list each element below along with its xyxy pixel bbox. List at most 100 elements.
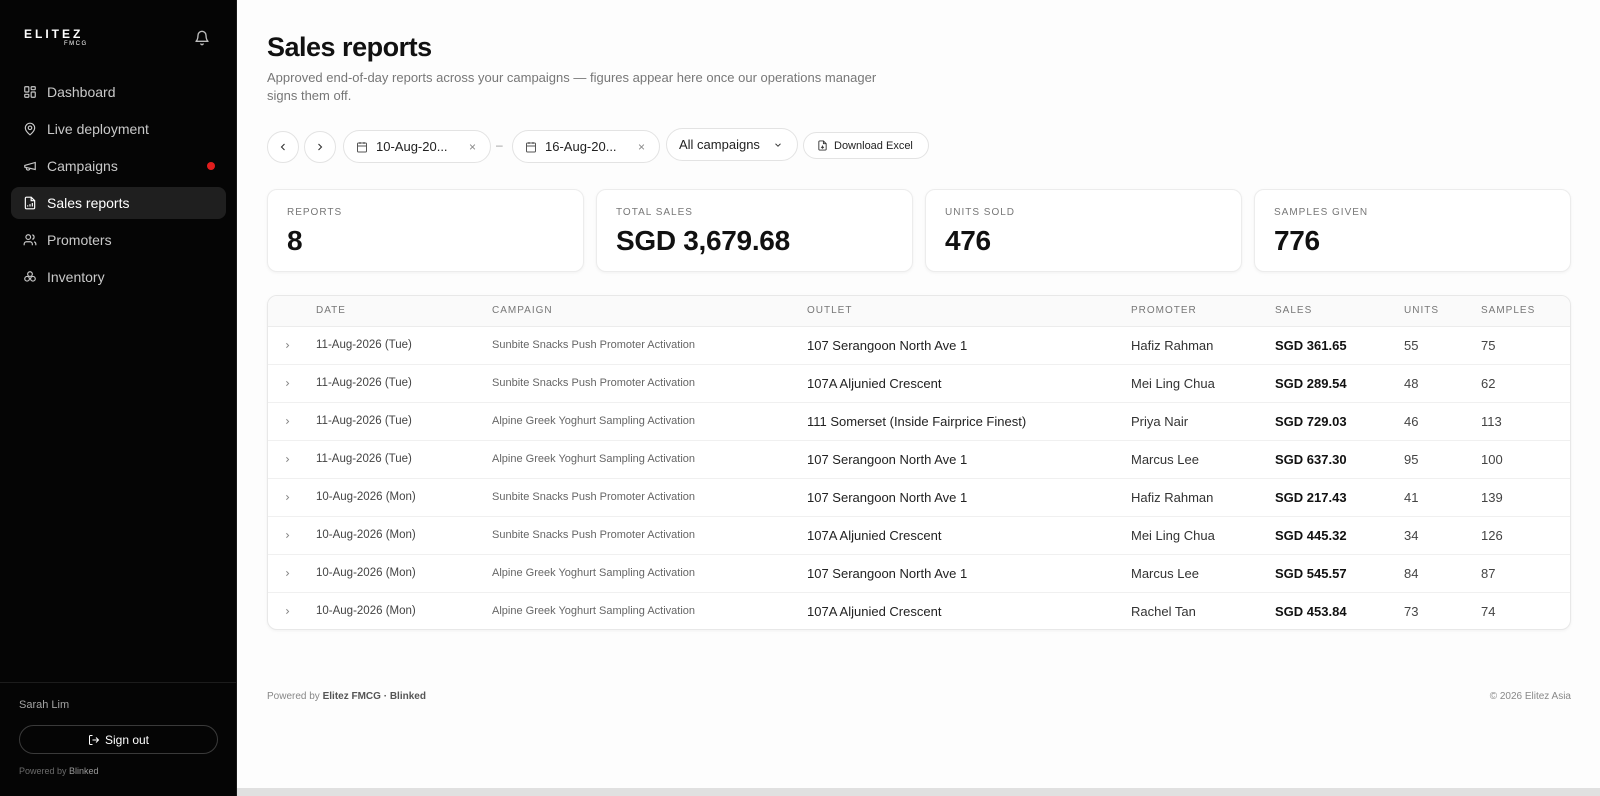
cell-date: 11-Aug-2026 (Tue) [316,364,492,403]
sidebar-item-sales-reports[interactable]: Sales reports [11,187,226,219]
table-row[interactable]: 11-Aug-2026 (Tue) Alpine Greek Yoghurt Sa… [268,402,1570,441]
chevron-right-icon [286,570,290,576]
expand-row-button[interactable] [268,516,316,555]
table-row[interactable]: 11-Aug-2026 (Tue) Alpine Greek Yoghurt Sa… [268,440,1570,479]
cell-sales: SGD 445.32 [1275,516,1404,555]
chevron-right-icon [286,608,290,614]
chevron-down-icon [775,143,781,147]
stat-label: REPORTS [287,207,343,218]
cell-date: 11-Aug-2026 (Tue) [316,402,492,441]
sign-out-button[interactable]: Sign out [19,725,218,754]
sidebar-nav: Dashboard Live deployment Campaigns Sale… [11,76,226,298]
cell-sales: SGD 453.84 [1275,603,1347,619]
stat-value: 776 [1274,225,1320,256]
column-header-outlet[interactable]: OUTLET [807,296,1131,327]
sidebar-item-inventory[interactable]: Inventory [11,261,226,293]
grid-icon [23,85,37,99]
footer-powered-prefix: Powered by [267,691,320,702]
table-row[interactable]: 10-Aug-2026 (Mon) Alpine Greek Yoghurt Sa… [268,554,1570,593]
download-excel-label: Download Excel [834,139,913,152]
date-to-picker[interactable]: 16-Aug-20... × [512,130,660,163]
cell-units: 41 [1404,478,1481,517]
cell-campaign: Sunbite Snacks Push Promoter Activation [492,516,807,555]
bell-icon[interactable] [194,30,210,46]
column-header-samples[interactable]: SAMPLES [1481,296,1570,327]
sidebar-item-dashboard[interactable]: Dashboard [11,76,226,108]
download-excel-button[interactable]: Download Excel [803,132,929,159]
cell-campaign: Alpine Greek Yoghurt Sampling Activation [492,554,807,593]
footer-powered-by: Powered by Elitez FMCG · Blinked [267,691,426,702]
chevron-right-icon [286,494,290,500]
chevron-right-icon [286,532,290,538]
cell-promoter: Rachel Tan [1131,603,1196,619]
sidebar-item-campaigns[interactable]: Campaigns [11,150,226,182]
cell-sales: SGD 729.03 [1275,402,1404,441]
cell-units: 48 [1404,364,1481,403]
table-row[interactable]: 11-Aug-2026 (Tue) Sunbite Snacks Push Pro… [268,326,1570,365]
cell-units: 34 [1404,516,1481,555]
expand-row-button[interactable] [268,326,316,365]
expand-row-button[interactable] [268,592,316,629]
stat-label: TOTAL SALES [616,207,693,218]
map-pin-icon [23,122,37,136]
date-range-separator: – [496,138,503,152]
next-week-button[interactable] [304,131,336,163]
expand-row-button[interactable] [268,402,316,441]
expand-row-button[interactable] [268,440,316,479]
clear-date-from-icon[interactable]: × [469,140,476,154]
cell-promoter: Hafiz Rahman [1131,478,1275,517]
prev-week-button[interactable] [267,131,299,163]
cell-promoter: Priya Nair [1131,402,1275,441]
cell-outlet: 107A Aljunied Crescent [807,516,1131,555]
column-header-units[interactable]: UNITS [1404,296,1481,327]
chevron-right-icon [286,418,290,424]
table-row[interactable]: 10-Aug-2026 (Mon) Alpine Greek Yoghurt Sa… [268,592,1570,629]
cell-promoter: Mei Ling Chua [1131,516,1275,555]
expand-row-button[interactable] [268,554,316,593]
cell-units: 73 [1404,603,1419,619]
date-from-picker[interactable]: 10-Aug-20... × [343,130,491,163]
sidebar-item-promoters[interactable]: Promoters [11,224,226,256]
cell-samples: 126 [1481,516,1570,555]
campaign-select[interactable]: All campaigns [666,128,798,161]
cell-outlet: 107A Aljunied Crescent [807,364,1131,403]
page-title: Sales reports [267,32,432,62]
cell-date: 10-Aug-2026 (Mon) [316,605,416,618]
cell-outlet: 107 Serangoon North Ave 1 [807,440,1131,479]
table-row[interactable]: 11-Aug-2026 (Tue) Sunbite Snacks Push Pro… [268,364,1570,403]
sidebar-powered-by: Powered by Blinked [19,766,99,776]
cell-samples: 62 [1481,364,1570,403]
column-header-sales[interactable]: SALES [1275,296,1404,327]
main-content: Sales reports Approved end-of-day report… [237,0,1600,796]
stat-card-samples-given: SAMPLES GIVEN 776 [1254,189,1571,272]
user-name: Sarah Lim [19,699,70,711]
expand-row-button[interactable] [268,364,316,403]
cell-outlet: 111 Somerset (Inside Fairprice Finest) [807,402,1131,441]
bottom-scrollbar[interactable] [237,788,1600,796]
cell-date: 10-Aug-2026 (Mon) [316,478,492,517]
expand-row-button[interactable] [268,478,316,517]
cell-sales: SGD 289.54 [1275,364,1404,403]
footer-powered-brand: Elitez FMCG · Blinked [322,691,426,702]
cell-campaign: Alpine Greek Yoghurt Sampling Activation [492,402,807,441]
column-header-date[interactable]: DATE [316,296,492,327]
column-header-promoter[interactable]: PROMOTER [1131,296,1275,327]
chevron-right-icon [286,456,290,462]
brand-logo[interactable]: ELITEZ FMCG [24,28,88,48]
table-row[interactable]: 10-Aug-2026 (Mon) Sunbite Snacks Push Pro… [268,516,1570,555]
cell-promoter: Marcus Lee [1131,440,1275,479]
cell-sales: SGD 217.43 [1275,478,1404,517]
cell-units: 95 [1404,440,1481,479]
stat-value: 8 [287,225,303,256]
clear-date-to-icon[interactable]: × [638,140,645,154]
cell-units: 46 [1404,402,1481,441]
sidebar-item-live-deployment[interactable]: Live deployment [11,113,226,145]
sidebar-item-label: Sales reports [47,195,130,211]
log-out-icon [88,734,100,745]
cell-outlet: 107 Serangoon North Ave 1 [807,326,1131,365]
chevron-right-icon [318,143,323,151]
cell-outlet: 107A Aljunied Crescent [807,603,942,619]
column-header-campaign[interactable]: CAMPAIGN [492,296,807,327]
table-row[interactable]: 10-Aug-2026 (Mon) Sunbite Snacks Push Pro… [268,478,1570,517]
cell-date: 11-Aug-2026 (Tue) [316,326,492,365]
